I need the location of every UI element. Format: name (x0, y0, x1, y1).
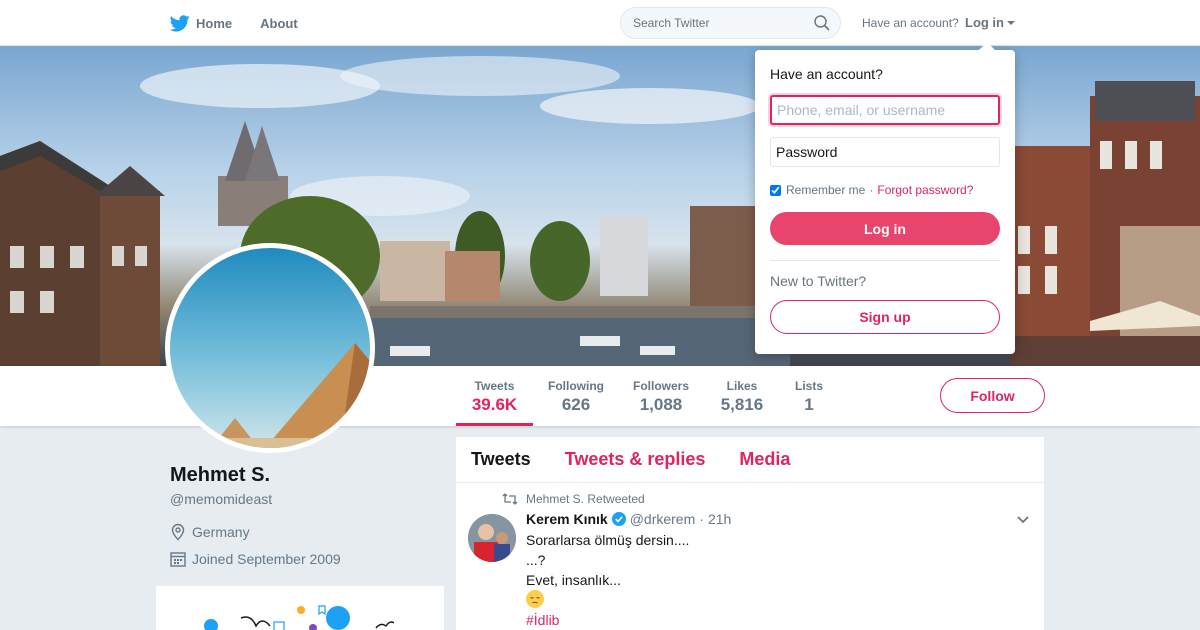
stat-label: Likes (726, 379, 758, 393)
location-text: Germany (192, 524, 250, 540)
timeline: Tweets Tweets & replies Media Mehmet S. … (456, 437, 1044, 630)
home-link[interactable]: Home (170, 14, 233, 32)
nav-left: Home About (170, 0, 326, 46)
tweet-author-avatar[interactable] (468, 514, 516, 562)
caret-down-icon (1007, 20, 1015, 25)
remember-me-row: Remember me · Forgot password? (770, 183, 973, 197)
profile-name: Mehmet S. (170, 464, 271, 486)
stat-value: 39.6K (471, 395, 518, 414)
stat-tweets[interactable]: Tweets 39.6K (456, 366, 533, 426)
tweet-text-line: Sorarlarsa ölmüş dersin.... (526, 532, 690, 548)
new-to-twitter-text: New to Twitter? (770, 273, 867, 289)
chevron-down-icon[interactable] (1016, 515, 1030, 525)
remember-me-checkbox[interactable] (770, 184, 781, 196)
login-button[interactable]: Log in (770, 212, 1000, 245)
location-icon (171, 523, 185, 541)
login-dropdown: Have an account? Remember me · Forgot pa… (755, 42, 1015, 354)
stat-lists[interactable]: Lists 1 (788, 366, 830, 426)
stat-label: Lists (794, 379, 823, 393)
stat-followers[interactable]: Followers 1,088 (626, 366, 696, 426)
tweet-timestamp[interactable]: 21h (708, 511, 731, 527)
search-icon[interactable] (814, 15, 830, 31)
divider (770, 260, 1000, 261)
have-account-text: Have an account? (862, 16, 959, 30)
promo-illustration (204, 605, 395, 630)
tab-tweets[interactable]: Tweets (471, 449, 531, 470)
tab-media[interactable]: Media (739, 449, 790, 470)
about-link[interactable]: About (260, 16, 298, 31)
tweet-avatar-image (468, 514, 516, 562)
forgot-password-link[interactable]: Forgot password? (877, 183, 973, 197)
login-dropdown-toggle[interactable]: Log in (965, 15, 1015, 30)
timeline-tabs: Tweets Tweets & replies Media (456, 437, 1044, 483)
twitter-bird-icon (170, 14, 190, 31)
tab-tweets-replies[interactable]: Tweets & replies (565, 449, 706, 470)
avatar-image (170, 248, 370, 448)
calendar-icon (170, 552, 186, 567)
joined-text: Joined September 2009 (192, 551, 341, 567)
password-input[interactable] (770, 137, 1000, 167)
tweet-text-line: ...? (526, 552, 546, 568)
username-input[interactable] (770, 95, 1000, 125)
search-box (620, 7, 841, 39)
stat-value: 1 (804, 395, 814, 414)
login-toggle-label: Log in (965, 15, 1004, 30)
search-input[interactable] (621, 8, 801, 38)
tweet-hashtag[interactable]: #İdlib (526, 612, 559, 628)
retweet-context-text: Mehmet S. Retweeted (526, 492, 645, 506)
home-label: Home (196, 15, 233, 31)
stat-value: 5,816 (720, 395, 764, 414)
stat-label: Tweets (474, 379, 515, 393)
tweet-text-line: Evet, insanlık... (526, 572, 621, 588)
stat-value: 1,088 (639, 395, 683, 414)
avatar[interactable] (165, 243, 375, 453)
tweet-author-name[interactable]: Kerem Kınık (526, 511, 608, 527)
tweet-author-handle[interactable]: @drkerem (630, 511, 696, 527)
retweet-context: Mehmet S. Retweeted (502, 492, 645, 506)
retweet-icon (502, 493, 518, 505)
tweet-header: Kerem Kınık @drkerem · 21h (526, 511, 731, 527)
profile-joined: Joined September 2009 (170, 551, 341, 567)
stat-label: Following (548, 379, 604, 393)
verified-icon (611, 512, 626, 526)
follow-button[interactable]: Follow (940, 378, 1045, 413)
tweet-separator: · (699, 511, 704, 527)
stat-label: Followers (632, 379, 689, 393)
pensive-emoji-icon (526, 590, 544, 608)
remember-me-label[interactable]: Remember me (786, 183, 865, 197)
profile-location: Germany (170, 523, 250, 541)
signup-button[interactable]: Sign up (770, 300, 1000, 334)
profile-handle[interactable]: @memomideast (170, 491, 272, 507)
stat-following[interactable]: Following 626 (540, 366, 612, 426)
separator: · (869, 183, 874, 197)
signup-promo-card (156, 586, 444, 630)
stat-value: 626 (561, 395, 591, 414)
login-dropdown-title: Have an account? (770, 66, 883, 82)
stat-likes[interactable]: Likes 5,816 (712, 366, 772, 426)
top-nav: Home About Have an account? Log in (0, 0, 1200, 46)
